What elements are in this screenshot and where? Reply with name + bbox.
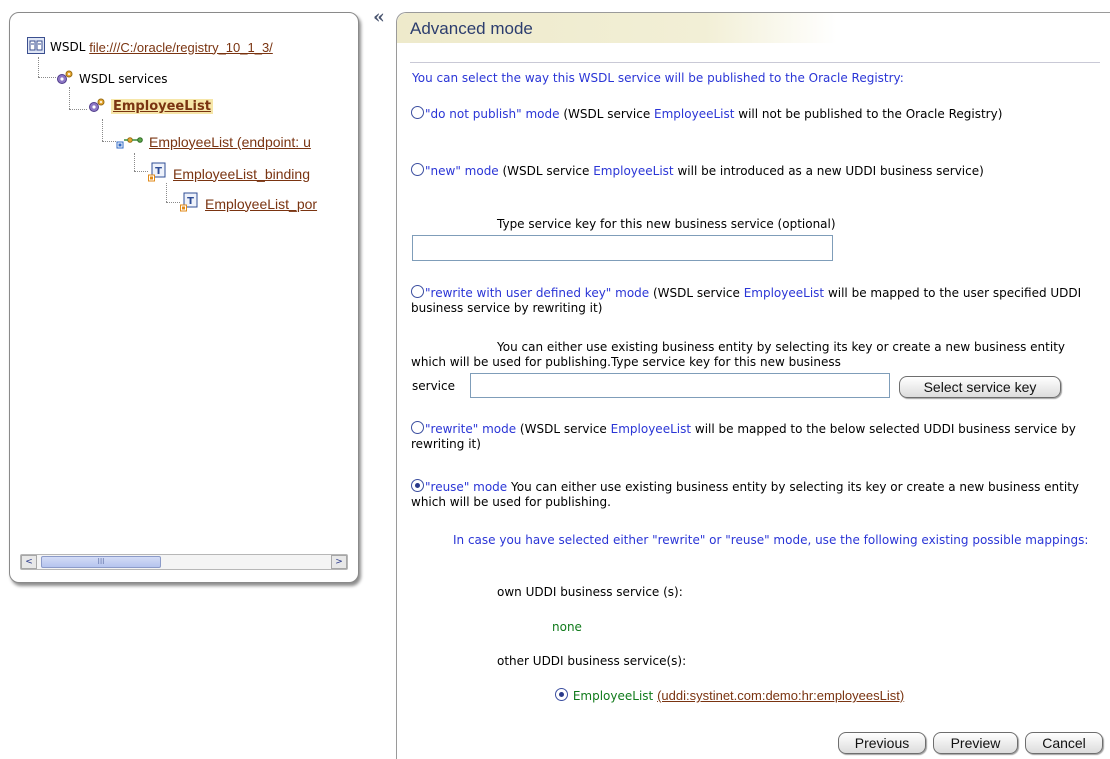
new-key-label: Type service key for this new business s… (497, 217, 836, 231)
tree-root-prefix: WSDL (50, 40, 86, 54)
port-type-icon: T (180, 191, 200, 216)
endpoint-icon (116, 129, 144, 154)
option-text: (WSDL service (498, 164, 594, 178)
user-defined-key-input[interactable] (470, 373, 890, 398)
option-service-name: EmployeeList (593, 164, 674, 178)
tree-connector (38, 77, 56, 78)
tree-node-services[interactable]: WSDL services (56, 69, 167, 88)
option-mode-label: "do not publish" mode (425, 107, 560, 121)
svg-text:T: T (155, 166, 162, 177)
advanced-mode-panel: Advanced mode You can select the way thi… (396, 12, 1110, 759)
other-service-name: EmployeeList (572, 689, 654, 703)
radio-new[interactable] (411, 163, 424, 176)
tree-services-label: WSDL services (79, 71, 168, 86)
new-service-key-input[interactable] (412, 235, 833, 261)
tree-horizontal-scrollbar[interactable]: < III > (20, 554, 348, 570)
option-text: (WSDL service (516, 422, 611, 436)
option-mode-label: "new" mode (425, 164, 499, 178)
tree-node-port[interactable]: T EmployeeList_por (180, 191, 317, 216)
option-mode-label: "rewrite with user defined key" mode (425, 286, 650, 300)
tree-connector (134, 153, 135, 171)
service-key-label: service (412, 379, 455, 393)
radio-rewrite-user-key[interactable] (411, 285, 424, 298)
other-service-key-link[interactable]: (uddi:systinet.com:demo:hr:employeesList… (657, 688, 904, 703)
tree-connector (102, 119, 103, 141)
tree-binding-link[interactable]: EmployeeList_binding (173, 166, 310, 182)
intro-text: You can select the way this WSDL service… (412, 71, 904, 85)
option-service-name: EmployeeList (654, 107, 735, 121)
panel-title: Advanced mode (410, 19, 533, 38)
tree-service-link[interactable]: EmployeeList (111, 99, 213, 114)
divider (410, 62, 1100, 63)
wsdl-document-icon (27, 37, 45, 57)
option-reuse: "reuse" mode You can either use existing… (411, 479, 1101, 510)
option-text: You can either use existing business ent… (411, 480, 1079, 509)
other-service-label: other UDDI business service(s): (497, 654, 687, 668)
tree-connector (69, 109, 87, 110)
radio-reuse[interactable] (411, 479, 424, 492)
tree-connector (134, 171, 148, 172)
binding-type-icon: T (148, 161, 168, 186)
tree-connector (38, 57, 39, 77)
option-service-name: EmployeeList (610, 422, 692, 436)
preview-button[interactable]: Preview (933, 732, 1018, 754)
tree-port-link[interactable]: EmployeeList_por (205, 196, 317, 212)
radio-rewrite[interactable] (411, 421, 424, 434)
scroll-left-arrow-icon[interactable]: < (21, 555, 37, 569)
radio-other-service[interactable] (555, 688, 568, 701)
option-mode-label: "rewrite" mode (425, 422, 517, 436)
other-service-mapping: EmployeeList (uddi:systinet.com:demo:hr:… (555, 688, 904, 703)
scroll-right-arrow-icon[interactable]: > (331, 555, 347, 569)
cancel-button[interactable]: Cancel (1025, 732, 1103, 754)
option-text: (WSDL service (649, 286, 744, 300)
panel-header: Advanced mode (397, 13, 837, 43)
svg-text:T: T (187, 196, 194, 207)
scrollbar-thumb[interactable]: III (41, 556, 161, 568)
tree-node-binding[interactable]: T EmployeeList_binding (148, 161, 310, 186)
option-text: (WSDL service (559, 107, 655, 121)
collapse-panel-toggle[interactable]: « (373, 7, 385, 27)
tree-connector (69, 87, 70, 109)
tree-connector (102, 141, 116, 142)
tree-panel: WSDL file:///C:/oracle/registry_10_1_3/ … (9, 12, 359, 583)
option-text: will be introduced as a new UDDI busines… (673, 164, 984, 178)
option-rewrite-user-key: "rewrite with user defined key" mode (WS… (411, 285, 1101, 316)
tree-root-link[interactable]: file:///C:/oracle/registry_10_1_3/ (89, 40, 273, 55)
option-text: will not be published to the Oracle Regi… (734, 107, 1003, 121)
tree-node-service[interactable]: EmployeeList (88, 97, 213, 116)
own-service-label: own UDDI business service (s): (497, 585, 683, 599)
option-rewrite: "rewrite" mode (WSDL service EmployeeLis… (411, 421, 1101, 452)
tree-connector (166, 202, 180, 203)
rewrite-user-key-note: You can either use existing business ent… (411, 340, 1065, 369)
option-mode-label: "reuse" mode (425, 480, 508, 494)
tree-node-endpoint[interactable]: EmployeeList (endpoint: u (116, 129, 311, 154)
option-new: "new" mode (WSDL service EmployeeList wi… (411, 163, 1101, 179)
radio-do-not-publish[interactable] (411, 106, 424, 119)
gears-icon (56, 69, 74, 88)
mappings-heading: In case you have selected either "rewrit… (453, 533, 1089, 547)
option-service-name: EmployeeList (743, 286, 825, 300)
own-service-value: none (552, 620, 582, 634)
tree-endpoint-link[interactable]: EmployeeList (endpoint: u (149, 134, 311, 150)
select-service-key-button[interactable]: Select service key (899, 376, 1061, 398)
gears-icon (88, 97, 106, 116)
tree-node-root: WSDL file:///C:/oracle/registry_10_1_3/ (27, 37, 273, 57)
option-do-not-publish: "do not publish" mode (WSDL service Empl… (411, 106, 1101, 122)
previous-button[interactable]: Previous (838, 732, 926, 754)
